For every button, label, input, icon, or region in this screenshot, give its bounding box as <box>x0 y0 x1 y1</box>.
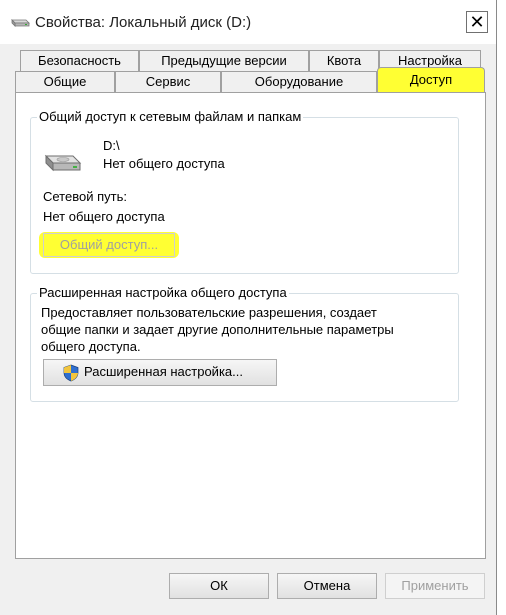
sharing-tab-panel: Общий доступ к сетевым файлам и папкам D… <box>15 92 486 559</box>
group-title: Расширенная настройка общего доступа <box>37 285 289 300</box>
drive-share-status: Нет общего доступа <box>103 156 225 171</box>
advanced-description-line: Предоставляет пользовательские разрешени… <box>41 305 377 320</box>
tab-sharing[interactable]: Доступ <box>377 67 485 93</box>
network-path-label: Сетевой путь: <box>43 189 127 204</box>
title-bar: Свойства: Локальный диск (D:) ✕ <box>0 0 496 44</box>
cancel-button-label: Отмена <box>303 578 351 593</box>
tab-label: Предыдущие версии <box>161 53 287 68</box>
tab-label: Доступ <box>409 72 453 87</box>
advanced-sharing-group: Расширенная настройка общего доступа Пре… <box>30 285 459 402</box>
group-title: Общий доступ к сетевым файлам и папкам <box>37 109 304 124</box>
properties-window: Свойства: Локальный диск (D:) ✕ Безопасн… <box>0 0 497 615</box>
tab-previous-versions[interactable]: Предыдущие версии <box>139 50 309 72</box>
advanced-description-line: общие папки и задает другие дополнительн… <box>41 322 394 337</box>
drive-name: D:\ <box>103 138 120 153</box>
tab-quota[interactable]: Квота <box>309 50 379 72</box>
network-sharing-group: Общий доступ к сетевым файлам и папкам D… <box>30 109 459 274</box>
hard-drive-icon <box>43 148 83 177</box>
close-icon: ✕ <box>469 12 485 32</box>
tab-label: Квота <box>326 53 362 68</box>
ok-button[interactable]: ОК <box>169 573 269 599</box>
tab-tools[interactable]: Сервис <box>115 71 221 93</box>
share-button[interactable]: Общий доступ... <box>43 233 175 257</box>
tab-hardware[interactable]: Оборудование <box>221 71 377 93</box>
close-button[interactable]: ✕ <box>466 11 488 33</box>
apply-button[interactable]: Применить <box>385 573 485 599</box>
apply-button-label: Применить <box>401 578 469 593</box>
tab-label: Настройка <box>398 53 462 68</box>
advanced-sharing-button[interactable]: Расширенная настройка... <box>43 359 277 386</box>
tab-security[interactable]: Безопасность <box>20 50 139 72</box>
tab-label: Сервис <box>145 74 191 89</box>
tab-label: Оборудование <box>254 74 344 89</box>
uac-shield-icon <box>62 364 80 390</box>
advanced-description-line: общего доступа. <box>41 339 141 354</box>
tab-label: Общие <box>43 74 87 89</box>
tab-label: Безопасность <box>38 53 121 68</box>
drive-icon <box>10 16 30 31</box>
ok-button-label: ОК <box>210 578 228 593</box>
cancel-button[interactable]: Отмена <box>277 573 377 599</box>
advanced-sharing-button-label: Расширенная настройка... <box>84 364 243 379</box>
network-path-value: Нет общего доступа <box>43 209 165 224</box>
tab-general[interactable]: Общие <box>15 71 115 93</box>
window-title: Свойства: Локальный диск (D:) <box>35 14 252 31</box>
share-button-label: Общий доступ... <box>59 237 159 252</box>
